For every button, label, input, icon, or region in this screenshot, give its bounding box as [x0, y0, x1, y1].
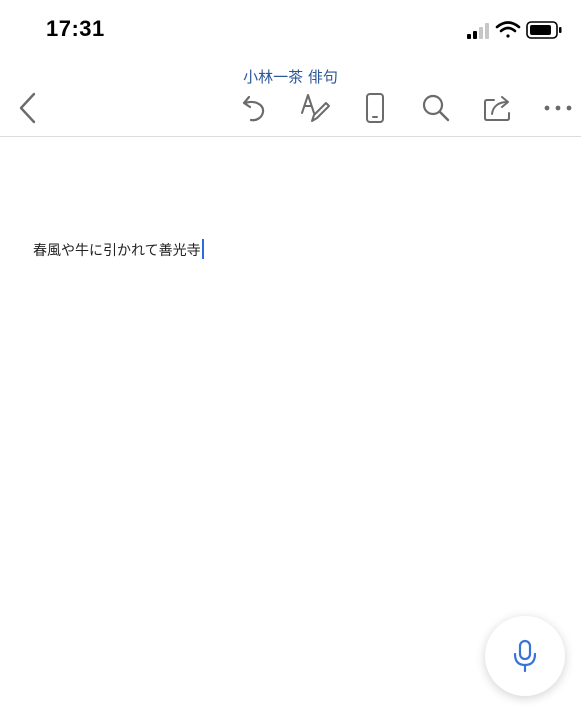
battery-icon [526, 21, 562, 39]
undo-icon [242, 95, 265, 122]
document-canvas[interactable]: 春風や牛に引かれて善光寺 [0, 137, 581, 714]
signal-icon [467, 23, 489, 39]
microphone-icon [513, 639, 537, 673]
back-button[interactable] [6, 86, 50, 130]
toolbar [0, 86, 581, 130]
text-format-button[interactable] [293, 86, 337, 130]
document-body-text: 春風や牛に引かれて善光寺 [33, 243, 201, 259]
wifi-icon [495, 21, 521, 38]
back-icon [19, 92, 36, 124]
more-icon [544, 105, 572, 111]
status-icons [441, 0, 581, 60]
text-cursor [201, 239, 204, 259]
search-icon [422, 94, 450, 122]
share-button[interactable] [476, 86, 520, 130]
text-format-icon [301, 94, 330, 122]
document-paragraph[interactable]: 春風や牛に引かれて善光寺 [33, 239, 204, 261]
clock: 17:31 [46, 16, 105, 41]
status-bar: 17:31 [0, 0, 581, 60]
mobile-view-icon [366, 93, 384, 123]
share-icon [484, 96, 510, 121]
document-title[interactable]: 小林一茶 俳句 [0, 66, 581, 87]
undo-button[interactable] [232, 86, 276, 130]
dictate-button[interactable] [485, 616, 565, 696]
search-button[interactable] [414, 86, 458, 130]
more-button[interactable] [536, 86, 580, 130]
mobile-view-button[interactable] [353, 86, 397, 130]
